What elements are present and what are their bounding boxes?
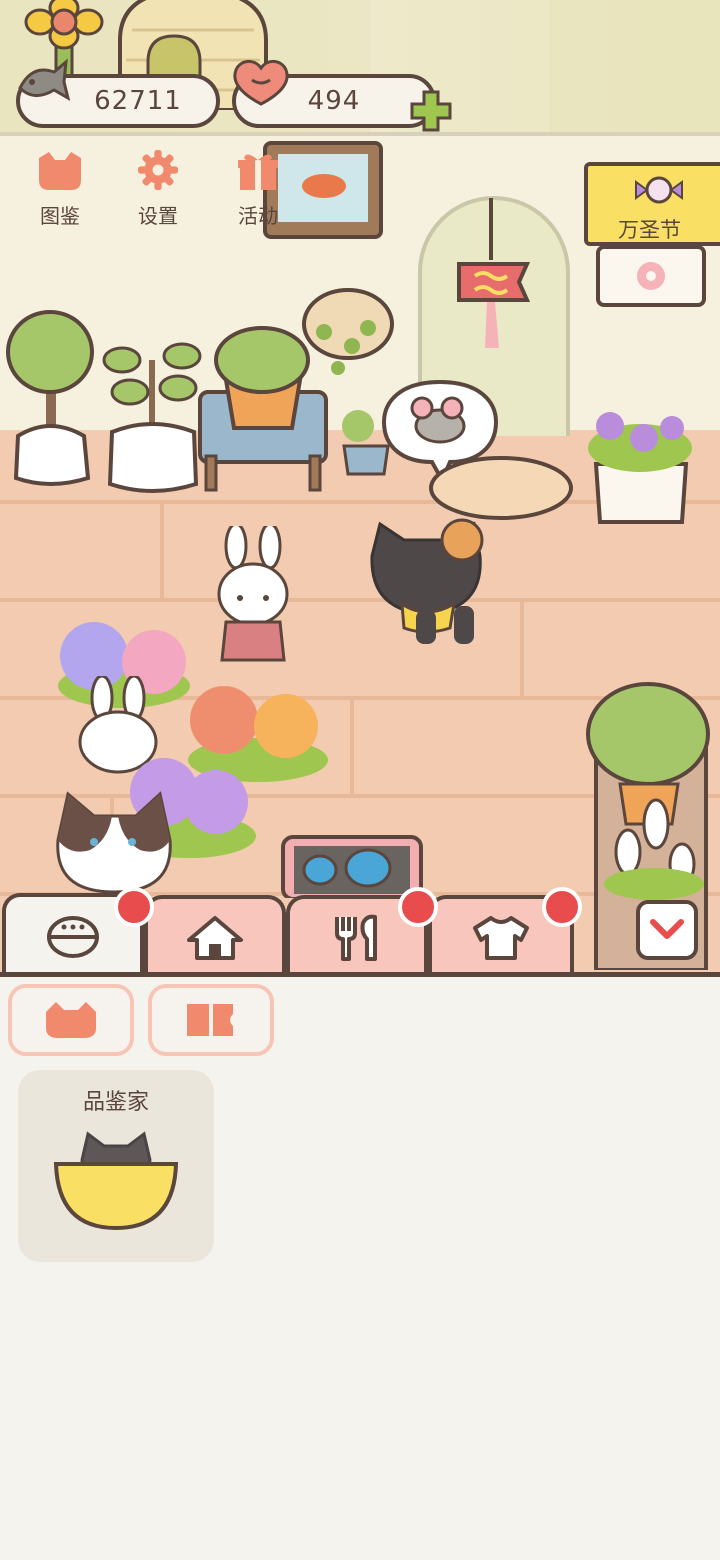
flower-sign [596,245,706,307]
cat-face-icon [39,152,81,190]
floor-seam [160,504,164,602]
heart-icon [233,60,289,106]
filter-cats-button[interactable] [8,984,134,1056]
topiary-plant [6,310,94,486]
black-cat-character[interactable] [362,510,522,648]
floor-seam [350,700,354,798]
shirt-icon [473,916,529,960]
leafy-plant [102,342,202,493]
food-panel [0,977,720,1560]
cat-head-icon [46,1002,96,1038]
food-bowl-icon [47,916,99,958]
ticket-icon [187,1004,233,1036]
gear-icon [138,150,178,190]
tab-home[interactable] [144,895,286,977]
menu-settings-button[interactable]: 设置 [118,150,198,228]
calico-cat-character[interactable] [50,780,180,900]
collapse-panel-button[interactable] [636,900,698,960]
flower-icon [637,262,665,290]
menu-label: 图鉴 [40,204,80,228]
floor-plank [0,598,720,602]
bottom-tab-bar [0,887,720,977]
gift-icon [238,154,278,190]
halloween-event-banner[interactable]: 万圣节 [584,162,720,246]
card-title: 品鉴家 [82,1090,149,1115]
violet-plant [588,412,692,524]
house-icon [187,916,243,960]
menu-label: 活动 [238,204,278,228]
fork-knife-icon [335,914,377,961]
fish-icon [18,58,70,101]
rabbit-character[interactable] [212,526,294,668]
heart-amount: 494 [307,86,361,116]
candy-icon [635,176,683,204]
chevron-down-icon [650,919,684,939]
menu-label: 设置 [138,204,178,228]
menu-events-button[interactable]: 活动 [218,150,298,228]
koinobori-decor [457,198,531,348]
fish-amount: 62711 [94,86,182,116]
cooking-stove [281,835,423,898]
menu-collection-button[interactable]: 图鉴 [20,150,100,228]
food-card[interactable]: 品鉴家 [18,1070,214,1262]
notification-badge [114,887,154,927]
game-scene[interactable]: 图鉴 设置 活动 62711 494 万圣节 [0,0,720,975]
event-label: 万圣节 [618,218,681,242]
notification-badge [542,887,582,927]
notification-badge [398,887,438,927]
filter-tickets-button[interactable] [148,984,274,1056]
add-hearts-button[interactable] [408,88,454,134]
cat-in-bowl-icon [53,1131,179,1231]
